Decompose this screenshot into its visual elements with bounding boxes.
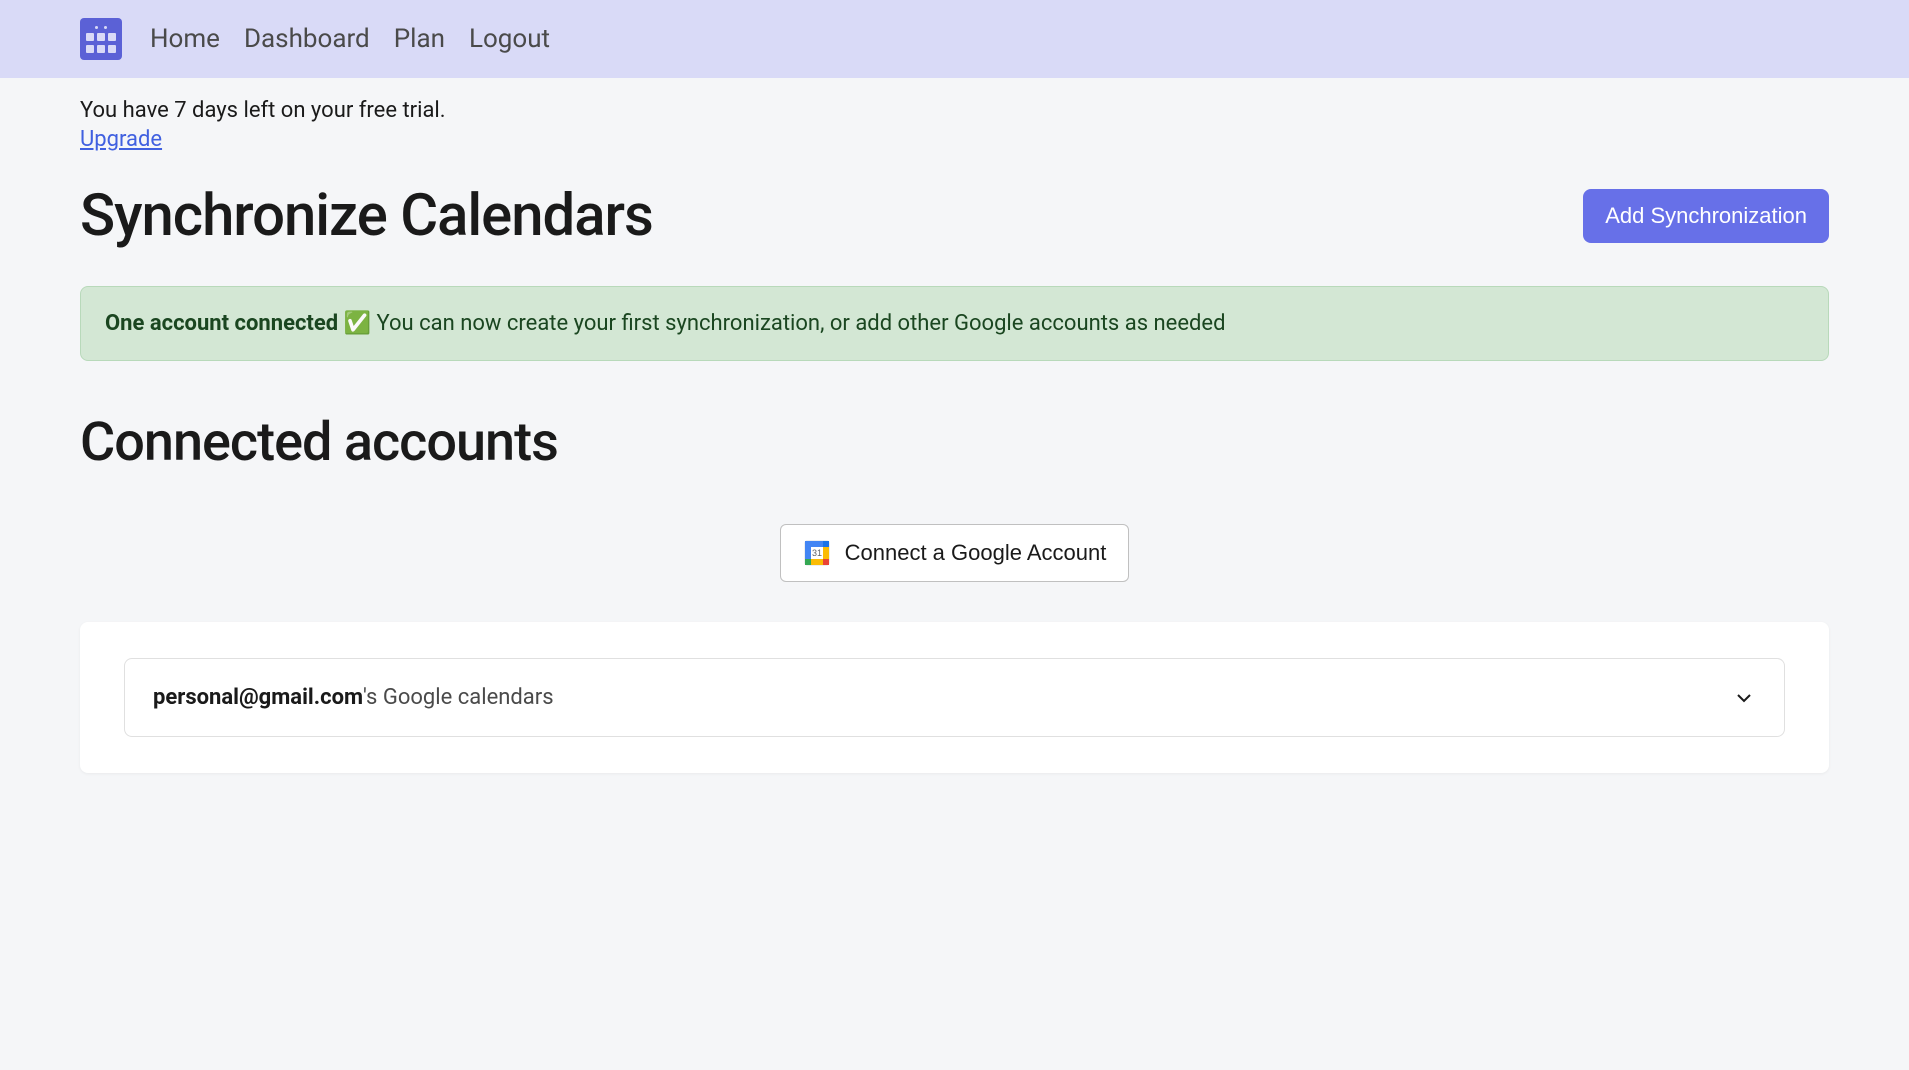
google-calendar-icon: 31 <box>803 539 831 567</box>
success-banner: One account connected ✅ You can now crea… <box>80 286 1829 361</box>
banner-text: You can now create your first synchroniz… <box>376 311 1225 336</box>
nav-link-home[interactable]: Home <box>150 24 220 54</box>
page-title: Synchronize Calendars <box>80 182 653 250</box>
svg-text:31: 31 <box>812 548 822 558</box>
checkmark-icon: ✅ <box>344 311 371 336</box>
trial-notice: You have 7 days left on your free trial. <box>80 98 1829 123</box>
account-email: personal@gmail.com <box>153 685 363 710</box>
connect-button-label: Connect a Google Account <box>845 540 1107 566</box>
chevron-down-icon <box>1732 686 1756 710</box>
add-synchronization-button[interactable]: Add Synchronization <box>1583 189 1829 243</box>
account-suffix: 's Google calendars <box>363 685 554 710</box>
banner-bold-text: One account connected <box>105 311 338 336</box>
navbar: Home Dashboard Plan Logout <box>0 0 1909 78</box>
app-logo-icon[interactable] <box>80 18 122 60</box>
page-header: Synchronize Calendars Add Synchronizatio… <box>80 182 1829 250</box>
nav-links: Home Dashboard Plan Logout <box>150 24 550 54</box>
nav-link-dashboard[interactable]: Dashboard <box>244 24 370 54</box>
account-card: personal@gmail.com's Google calendars <box>80 622 1829 773</box>
main-content: You have 7 days left on your free trial.… <box>0 78 1909 793</box>
nav-link-logout[interactable]: Logout <box>469 24 550 54</box>
upgrade-link[interactable]: Upgrade <box>80 127 162 152</box>
account-row[interactable]: personal@gmail.com's Google calendars <box>124 658 1785 737</box>
connect-button-wrapper: 31 Connect a Google Account <box>80 524 1829 582</box>
nav-link-plan[interactable]: Plan <box>394 24 445 54</box>
account-label: personal@gmail.com's Google calendars <box>153 685 554 710</box>
connect-google-account-button[interactable]: 31 Connect a Google Account <box>780 524 1130 582</box>
connected-accounts-title: Connected accounts <box>80 411 1829 474</box>
